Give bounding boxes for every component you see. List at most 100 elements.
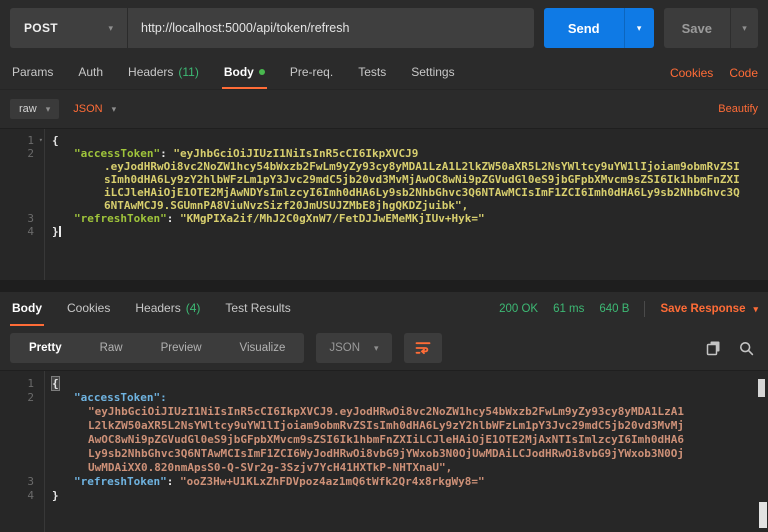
- request-tabs: Params Auth Headers (11) Body Pre-req. T…: [0, 56, 768, 90]
- code-line: .eyJodHRwOi8vc2NoZW1hcy54bWxzb2FwLm9yZy9…: [0, 160, 768, 173]
- tab-tests[interactable]: Tests: [356, 56, 388, 89]
- view-raw-button[interactable]: Raw: [81, 333, 142, 363]
- response-tab-cookies[interactable]: Cookies: [65, 292, 112, 326]
- wrap-text-button[interactable]: [404, 333, 442, 363]
- headers-count-badge: (11): [178, 65, 198, 79]
- json-key: "accessToken":: [44, 391, 167, 405]
- json-string-value: sImh0dHA6Ly9zY2hlbWFzLm1pY3Jvc29mdC5jb20…: [44, 173, 740, 186]
- response-tabs: Body Cookies Headers (4) Test Results 20…: [0, 292, 768, 326]
- search-icon[interactable]: [739, 341, 754, 356]
- divider: [644, 301, 645, 317]
- send-button-group: Send ▾: [544, 8, 654, 48]
- save-button-group: Save ▾: [664, 8, 758, 48]
- cookies-link[interactable]: Cookies: [670, 56, 713, 89]
- tab-params[interactable]: Params: [10, 56, 55, 89]
- send-button[interactable]: Send: [544, 8, 624, 48]
- code-line: "eyJhbGciOiJIUzI1NiIsInR5cCI6IkpXVCJ9.ey…: [0, 405, 768, 419]
- send-options-button[interactable]: ▾: [624, 8, 654, 48]
- wrap-text-icon: [415, 341, 431, 355]
- code-line: 3 "refreshToken": "ooZ3Hw+U1KLxZhFDVpoz4…: [0, 475, 768, 489]
- response-tab-headers[interactable]: Headers (4): [133, 292, 202, 326]
- code-line: 6NTAwMCJ9.SGUmnPA8ViuNvzSizf20JmUSUJZMbE…: [0, 199, 768, 212]
- json-string-value: .eyJodHRwOi8vc2NoZW1hcy54bWxzb2FwLm9yZy9…: [44, 160, 740, 173]
- tab-auth[interactable]: Auth: [76, 56, 105, 89]
- chevron-down-icon: ▾: [46, 104, 51, 115]
- url-input[interactable]: http://localhost:5000/api/token/refresh: [128, 8, 534, 48]
- code-link[interactable]: Code: [729, 56, 758, 89]
- tab-pre-request[interactable]: Pre-req.: [288, 56, 335, 89]
- chevron-down-icon: ▾: [753, 304, 758, 315]
- json-key: "refreshToken": [74, 475, 167, 488]
- response-actions: [706, 340, 754, 356]
- code-line: L2lkZW50aXR5L2NsYWltcy9uYW1lIjoiam9obmRv…: [0, 419, 768, 433]
- response-meta: 200 OK 61 ms 640 B Save Response ▾: [499, 292, 758, 326]
- spacer: [478, 56, 654, 89]
- text-cursor: [59, 226, 61, 237]
- tab-headers[interactable]: Headers (11): [126, 56, 201, 89]
- body-type-toolbar: raw ▾ JSON ▾ Beautify: [0, 90, 768, 128]
- json-string-value: "eyJhbGciOiJIUzI1NiIsInR5cCI6IkpXVCJ9: [173, 147, 418, 160]
- fold-arrow-icon[interactable]: ▾: [39, 134, 43, 147]
- view-mode-group: Pretty Raw Preview Visualize: [10, 333, 304, 363]
- response-tab-body[interactable]: Body: [10, 292, 44, 326]
- response-time: 61 ms: [553, 303, 584, 315]
- code-line: 1 {: [0, 377, 768, 391]
- response-size: 640 B: [599, 303, 629, 315]
- view-visualize-button[interactable]: Visualize: [221, 333, 305, 363]
- json-key: "refreshToken": [74, 212, 167, 225]
- body-modified-dot-icon: [259, 69, 265, 75]
- json-string-value: "ooZ3Hw+U1KLxZhFDVpoz4az1mQ6tWfk2Qr4x8rk…: [180, 475, 485, 488]
- spacer: [314, 292, 499, 326]
- body-mode-dropdown[interactable]: raw ▾: [10, 99, 59, 119]
- language-dropdown[interactable]: JSON ▾: [73, 103, 116, 115]
- save-response-button[interactable]: Save Response ▾: [660, 303, 758, 315]
- code-line: AwOC8wNi9pZGVudGl0eS9jbGFpbXMvcm9sZSI6Ik…: [0, 433, 768, 447]
- response-body-editor[interactable]: 1 { 2 "accessToken": "eyJhbGciOiJIUzI1Ni…: [0, 370, 768, 532]
- json-string-value: "KMgPIXa2if/MhJ2C0gXnW7/FetDJJwEMeMKjIUv…: [180, 212, 485, 225]
- beautify-link[interactable]: Beautify: [718, 103, 758, 115]
- tab-settings[interactable]: Settings: [409, 56, 456, 89]
- code-line: 2 "accessToken": "eyJhbGciOiJIUzI1NiIsIn…: [0, 147, 768, 160]
- code-line: 1▾ {: [0, 134, 768, 147]
- json-string-value: "eyJhbGciOiJIUzI1NiIsInR5cCI6IkpXVCJ9.ey…: [44, 405, 684, 419]
- status-badge: 200 OK: [499, 303, 538, 315]
- chevron-down-icon: ▾: [637, 23, 642, 34]
- copy-icon[interactable]: [706, 340, 721, 356]
- json-string-value: 6NTAwMCJ9.SGUmnPA8ViuNvzSizf20JmUSUJZMbE…: [44, 199, 468, 212]
- section-divider: [0, 280, 768, 292]
- json-string-value: AwOC8wNi9pZGVudGl0eS9jbGFpbXMvcm9sZSI6Ik…: [44, 433, 684, 447]
- response-tab-test-results[interactable]: Test Results: [223, 292, 292, 326]
- scrollbar-thumb[interactable]: [758, 379, 765, 397]
- method-dropdown[interactable]: POST ▾: [10, 8, 128, 48]
- save-options-button[interactable]: ▾: [730, 8, 758, 48]
- tab-body[interactable]: Body: [222, 56, 267, 89]
- request-url-row: POST ▾ http://localhost:5000/api/token/r…: [0, 0, 768, 56]
- chevron-down-icon: ▾: [112, 104, 117, 115]
- json-key: "accessToken": [74, 147, 160, 160]
- code-line: 2 "accessToken":: [0, 391, 768, 405]
- scrollbar-thumb[interactable]: [759, 502, 767, 528]
- method-label: POST: [24, 21, 58, 35]
- save-button[interactable]: Save: [664, 8, 730, 48]
- code-line: 4 }: [0, 489, 768, 503]
- code-line: 4 }: [0, 225, 768, 238]
- code-line: 3 "refreshToken": "KMgPIXa2if/MhJ2C0gXnW…: [0, 212, 768, 225]
- view-pretty-button[interactable]: Pretty: [10, 333, 81, 363]
- response-language-dropdown[interactable]: JSON ▾: [316, 333, 391, 363]
- request-body-editor[interactable]: 1▾ { 2 "accessToken": "eyJhbGciOiJIUzI1N…: [0, 128, 768, 280]
- json-string-value: Ly9sb2NhbGhvc3Q6NTAwMCIsImF1ZCI6WyJodHRw…: [44, 447, 684, 461]
- chevron-down-icon: ▾: [742, 23, 747, 34]
- json-string-value: iLCJleHAiOjE1OTE2MjAwNDYsImlzcyI6Imh0dHA…: [44, 186, 740, 199]
- response-view-toolbar: Pretty Raw Preview Visualize JSON ▾: [0, 326, 768, 370]
- view-preview-button[interactable]: Preview: [142, 333, 221, 363]
- matched-bracket: {: [52, 377, 59, 390]
- response-headers-count-badge: (4): [186, 301, 201, 315]
- code-line: sImh0dHA6Ly9zY2hlbWFzLm1pY3Jvc29mdC5jb20…: [0, 173, 768, 186]
- code-line: Ly9sb2NhbGhvc3Q6NTAwMCIsImF1ZCI6WyJodHRw…: [0, 447, 768, 461]
- json-string-value: UwMDAiXX0.820nmApsS0-Q-SVr2g-3Szjv7YcH41…: [44, 461, 452, 475]
- request-field: POST ▾ http://localhost:5000/api/token/r…: [10, 8, 534, 48]
- code-line: UwMDAiXX0.820nmApsS0-Q-SVr2g-3Szjv7YcH41…: [0, 461, 768, 475]
- chevron-down-icon: ▾: [374, 343, 379, 354]
- json-string-value: L2lkZW50aXR5L2NsYWltcy9uYW1lIjoiam9obmRv…: [44, 419, 684, 433]
- chevron-down-icon: ▾: [108, 23, 113, 34]
